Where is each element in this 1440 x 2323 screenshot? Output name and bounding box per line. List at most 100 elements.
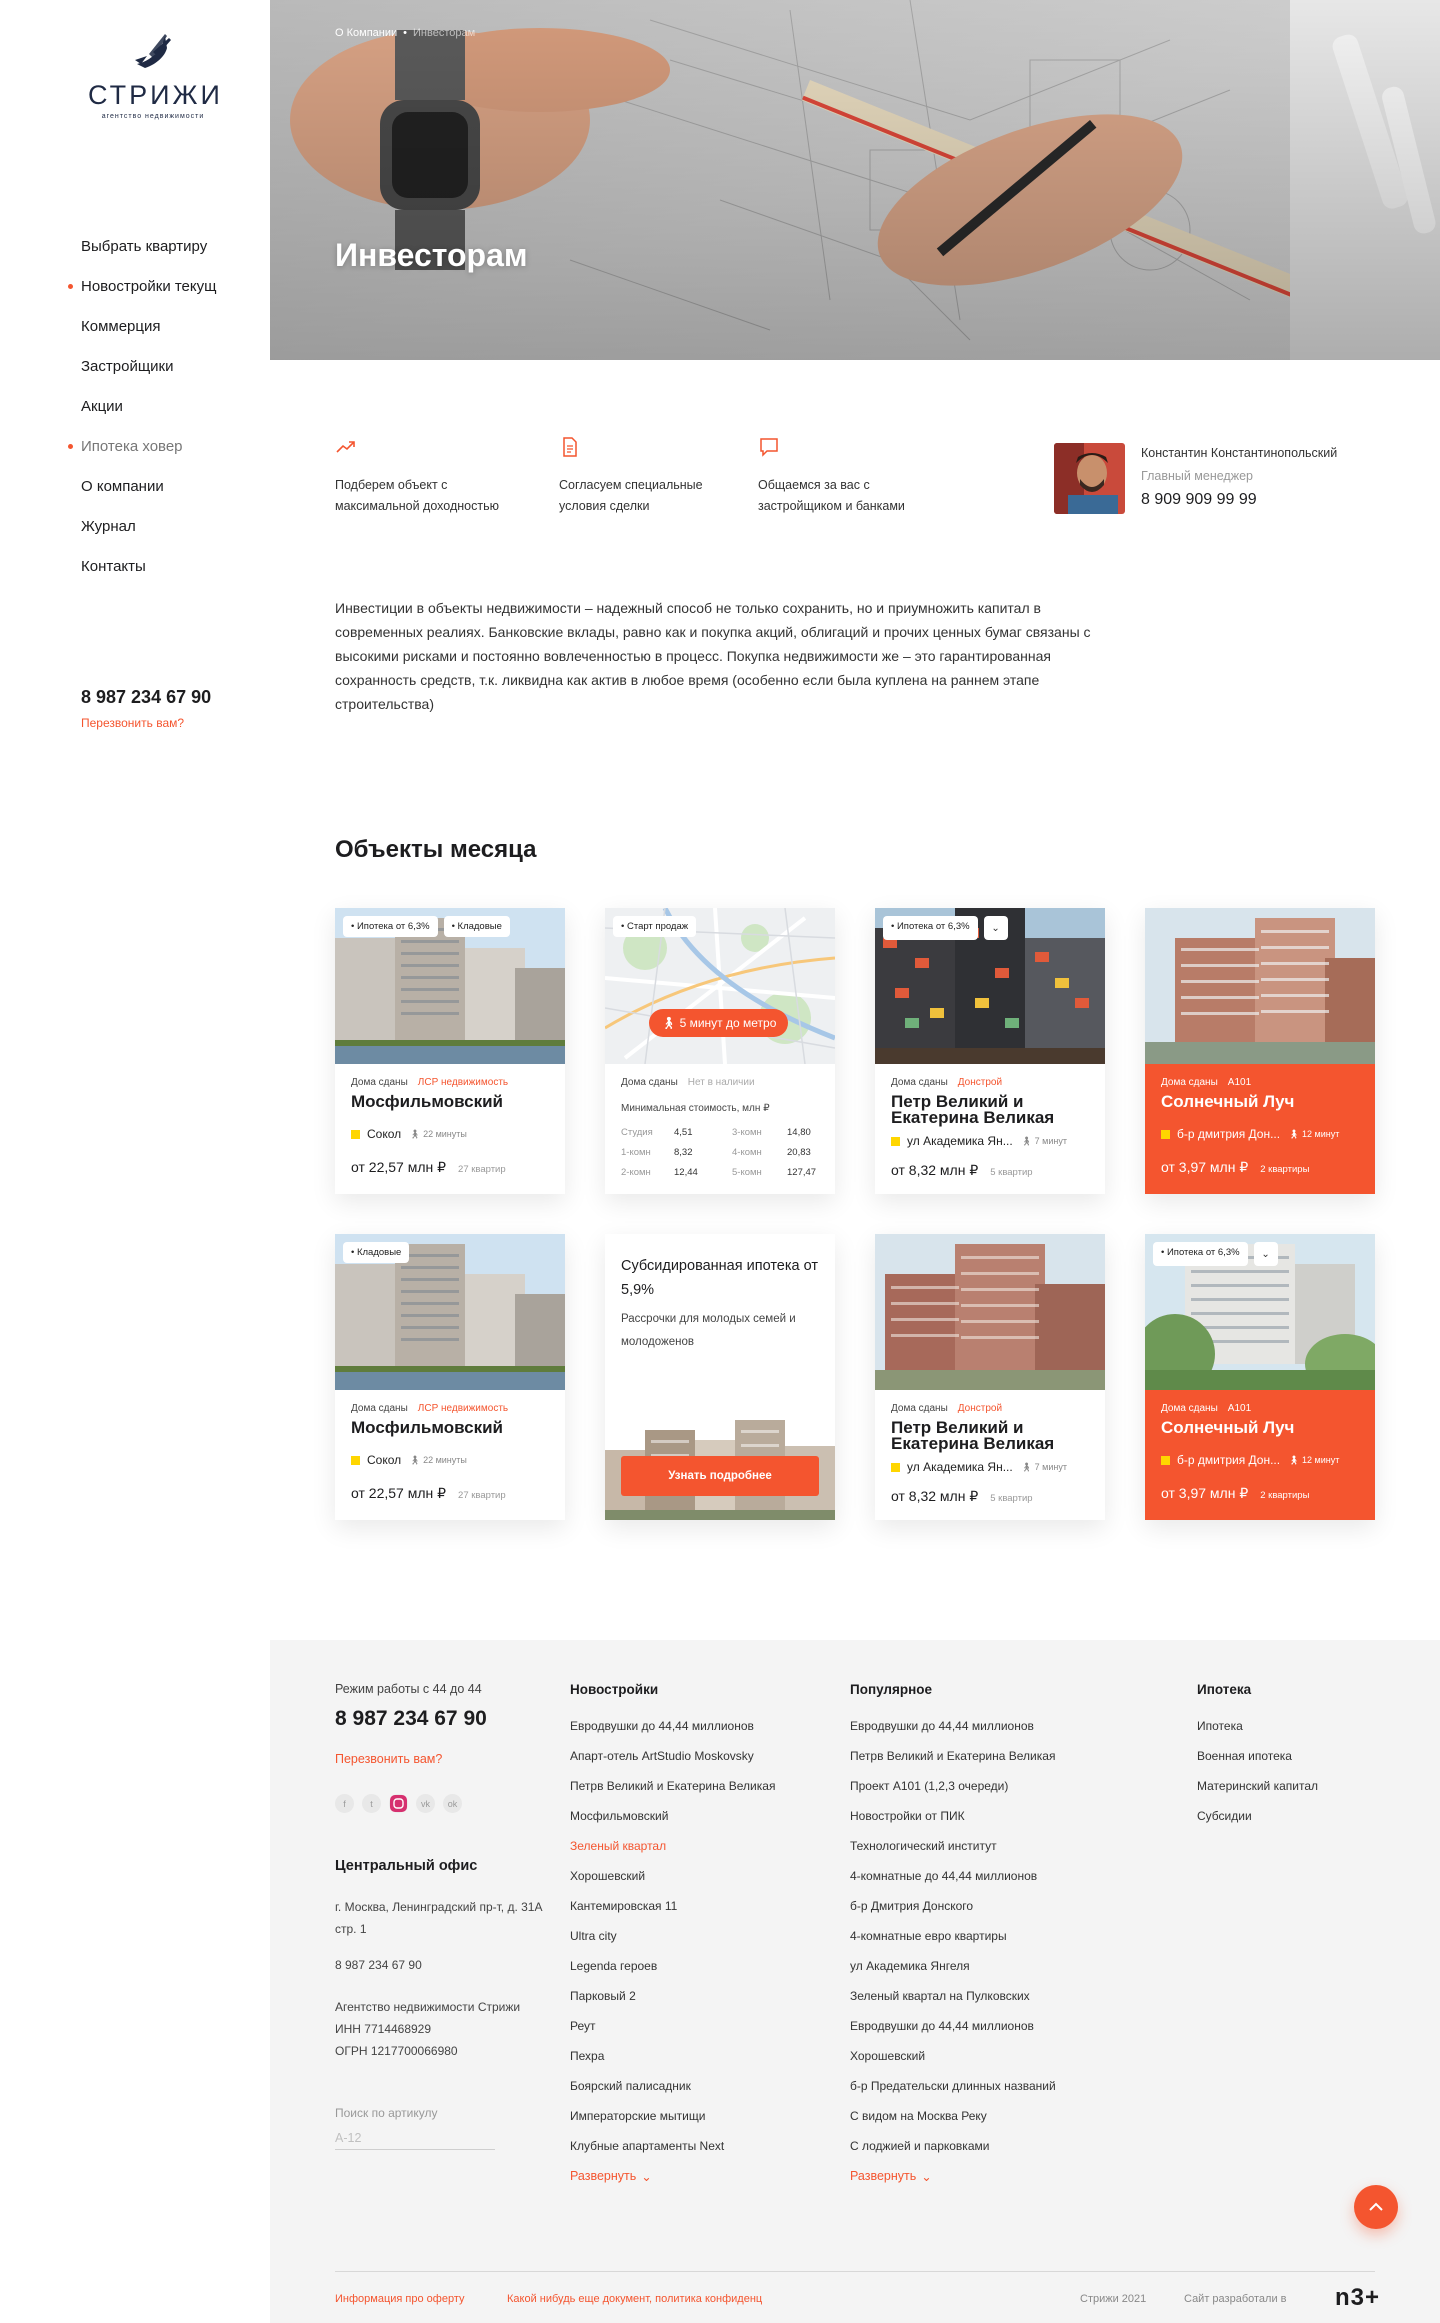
footer-link[interactable]: Евродвушки до 44,44 миллионов [850, 2011, 1056, 2041]
nav-item-developers[interactable]: Застройщики [81, 346, 216, 386]
nav-item-contacts[interactable]: Контакты [81, 546, 216, 586]
card-metro: Сокол 🚶︎ 22 минуты [351, 1127, 467, 1141]
property-card[interactable]: Кладовые Дома сданы ЛСР недвижимость Мосф… [335, 1234, 565, 1520]
property-card-featured[interactable]: Дома сданы А101 Солнечный Луч б-р дмитрия… [1145, 908, 1375, 1194]
footer-link[interactable]: Императорские мытищи [570, 2101, 775, 2131]
footer-link[interactable]: С лоджией и парковками [850, 2131, 1056, 2161]
price-row: 2-комн 12,44 5-комн 127,47 [621, 1162, 821, 1182]
manager-phone[interactable]: 8 909 909 99 99 [1141, 491, 1257, 509]
property-card[interactable]: Ипотека от 6,3% Кладовые Дома сданы ЛСР н… [335, 908, 565, 1194]
card-developer[interactable]: ЛСР недвижимость [418, 1077, 508, 1088]
breadcrumb-item-about[interactable]: О Компании [335, 27, 397, 39]
footer-link[interactable]: Пехра [570, 2041, 775, 2071]
footer-link[interactable]: Зеленый квартал на Пулковских [850, 1981, 1056, 2011]
footer-callback-link[interactable]: Перезвонить вам? [335, 1752, 442, 1766]
footer-link[interactable]: Парковый 2 [570, 1981, 775, 2011]
metro-distance-text: 5 минут до метро [679, 1016, 777, 1030]
card-price: от 8,32 млн ₽ 5 квартир [891, 1162, 1033, 1179]
nav-label: Коммерция [81, 317, 161, 335]
chevron-down-icon[interactable]: ⌄ [1253, 1242, 1278, 1266]
footer-link[interactable]: Евродвушки до 44,44 миллионов [850, 1711, 1056, 1741]
property-card[interactable]: Дома сданы Донстрой Петр Великий и Екатер… [875, 1234, 1105, 1520]
card-developer[interactable]: А101 [1228, 1077, 1251, 1088]
nav-item-mortgage[interactable]: Ипотека ховер [67, 426, 216, 466]
walking-icon: 🚶︎ [1020, 1461, 1035, 1472]
walk-time-text: 7 минут [1034, 1135, 1067, 1146]
article-search-input[interactable] [335, 2126, 495, 2150]
nav-item-new-buildings[interactable]: Новостройки текущ [67, 266, 216, 306]
footer-link[interactable]: Реут [570, 2011, 775, 2041]
footer-link[interactable]: Legenda героев [570, 1951, 775, 1981]
metro-line-icon [351, 1455, 360, 1465]
footer-link[interactable]: Евродвушки до 44,44 миллионов [570, 1711, 775, 1741]
footer-link[interactable]: Субсидии [1197, 1801, 1318, 1831]
developer-logo[interactable]: n3+ [1335, 2284, 1380, 2312]
scroll-to-top-button[interactable] [1354, 2185, 1398, 2229]
footer-link[interactable]: С видом на Москва Реку [850, 2101, 1056, 2131]
footer-link[interactable]: Хорошевский [570, 1861, 775, 1891]
footer-link[interactable]: Хорошевский [850, 2041, 1056, 2071]
footer-link[interactable]: Новостройки от ПИК [850, 1801, 1056, 1831]
footer-phone[interactable]: 8 987 234 67 90 [335, 1707, 487, 1731]
footer-link-active[interactable]: Зеленый квартал [570, 1831, 775, 1861]
nav-item-journal[interactable]: Журнал [81, 506, 216, 546]
offer-link[interactable]: Информация про оферту [335, 2293, 464, 2305]
footer-link[interactable]: Проект А101 (1,2,3 очереди) [850, 1771, 1056, 1801]
walking-icon: 🚶︎ [661, 1016, 680, 1030]
ok-icon[interactable]: ok [443, 1794, 462, 1813]
instagram-icon[interactable] [389, 1794, 408, 1813]
footer-link[interactable]: Материнский капитал [1197, 1771, 1318, 1801]
property-card-featured[interactable]: Ипотека от 6,3% ⌄ Дома сданы А101 Солнечн… [1145, 1234, 1375, 1520]
expand-button[interactable]: Развернуть ⌄ [570, 2161, 775, 2191]
vk-icon[interactable]: vk [416, 1794, 435, 1813]
footer-link[interactable]: Военная ипотека [1197, 1741, 1318, 1771]
card-status: Дома сданы [351, 1077, 408, 1088]
footer-col-title: Ипотека [1197, 1682, 1252, 1697]
logo[interactable]: СТРИЖИ агентство недвижимости [88, 30, 220, 120]
sidebar-phone[interactable]: 8 987 234 67 90 [81, 687, 211, 708]
card-developer[interactable]: А101 [1228, 1403, 1251, 1414]
chevron-down-icon[interactable]: ⌄ [983, 916, 1008, 940]
card-developer[interactable]: Донстрой [958, 1403, 1002, 1414]
footer-link[interactable]: ул Академика Янгеля [850, 1951, 1056, 1981]
policy-link[interactable]: Какой нибудь еще документ, политика конф… [507, 2293, 762, 2305]
property-card-map[interactable]: Старт продаж 🚶︎ 5 минут до метро Дома сд… [605, 908, 835, 1194]
card-developer[interactable]: ЛСР недвижимость [418, 1403, 508, 1414]
footer-link[interactable]: Ипотека [1197, 1711, 1318, 1741]
nav-item-commerce[interactable]: Коммерция [81, 306, 216, 346]
footer-link[interactable]: Технологический институт [850, 1831, 1056, 1861]
walking-icon: 🚶︎ [1288, 1454, 1303, 1465]
footer-link[interactable]: Апарт-отель ArtStudio Moskovsky [570, 1741, 775, 1771]
footer-link[interactable]: 4-комнатные до 44,44 миллионов [850, 1861, 1056, 1891]
footer-link[interactable]: Петрв Великий и Екатерина Великая [850, 1741, 1056, 1771]
footer-link[interactable]: 4-комнатные евро квартиры [850, 1921, 1056, 1951]
nav-item-promotions[interactable]: Акции [81, 386, 216, 426]
price-table-title: Минимальная стоимость, млн ₽ [621, 1103, 770, 1114]
property-card[interactable]: Ипотека от 6,3% ⌄ Дома сданы Донстрой Пет… [875, 908, 1105, 1194]
promo-card-mortgage[interactable]: Субсидированная ипотека от 5,9% Рассрочк… [605, 1234, 835, 1520]
footer-link[interactable]: б-р Дмитрия Донского [850, 1891, 1056, 1921]
manager-name: Константин Константинопольский [1141, 446, 1338, 460]
breadcrumb: О Компании • Инвесторам [335, 27, 475, 39]
footer-link[interactable]: Клубные апартаменты Next [570, 2131, 775, 2161]
apartment-count: 27 квартир [458, 1164, 506, 1175]
facebook-icon[interactable]: f [335, 1794, 354, 1813]
footer-link[interactable]: Петрв Великий и Екатерина Великая [570, 1771, 775, 1801]
footer-link[interactable]: б-р Предательски длинных названий [850, 2071, 1056, 2101]
office-phone[interactable]: 8 987 234 67 90 [335, 1958, 422, 1972]
footer-link[interactable]: Ultra city [570, 1921, 775, 1951]
nav-item-about[interactable]: О компании [81, 466, 216, 506]
twitter-icon[interactable]: t [362, 1794, 381, 1813]
card-developer[interactable]: Донстрой [958, 1077, 1002, 1088]
footer-link[interactable]: Мосфильмовский [570, 1801, 775, 1831]
nav-item-choose-apartment[interactable]: Выбрать квартиру [81, 226, 216, 266]
expand-button[interactable]: Развернуть ⌄ [850, 2161, 1056, 2191]
card-status: Дома сданы [621, 1077, 678, 1088]
card-tags: Ипотека от 6,3% ⌄ [883, 916, 1008, 940]
learn-more-button[interactable]: Узнать подробнее [621, 1456, 819, 1496]
sidebar-callback-link[interactable]: Перезвонить вам? [81, 716, 184, 730]
property-image [1145, 908, 1375, 1064]
breadcrumb-item-current: Инвесторам [413, 27, 476, 39]
footer-link[interactable]: Кантемировская 11 [570, 1891, 775, 1921]
footer-link[interactable]: Боярский палисадник [570, 2071, 775, 2101]
